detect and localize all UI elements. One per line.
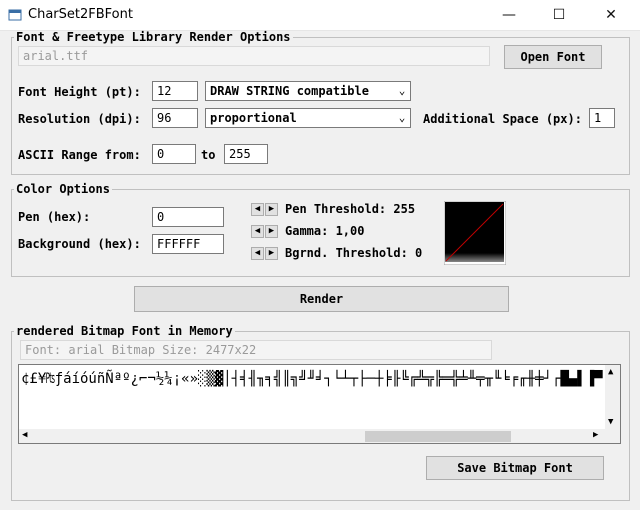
scroll-right-icon[interactable]: ▶ <box>593 430 598 440</box>
open-font-button[interactable]: Open Font <box>504 45 602 69</box>
bgrnd-threshold-increase-button[interactable]: ▶ <box>265 247 278 260</box>
height-mode-value: DRAW STRING compatible <box>210 84 369 98</box>
scroll-down-icon[interactable]: ▼ <box>608 417 613 427</box>
app-icon <box>8 9 22 21</box>
chevron-down-icon[interactable]: ⌄ <box>394 109 410 127</box>
horizontal-scrollbar[interactable]: ◀ ▶ <box>19 429 605 443</box>
close-button[interactable]: ✕ <box>588 0 634 30</box>
color-options-legend: Color Options <box>16 182 110 196</box>
ascii-from-input[interactable]: 0 <box>152 144 196 164</box>
resolution-label: Resolution (dpi): <box>18 112 141 126</box>
height-mode-select[interactable]: DRAW STRING compatible ⌄ <box>205 81 411 101</box>
rendered-glyph-strip: ¢£¥₧ƒáíóúñÑªº¿⌐¬½¼¡«»░▒▓│┤╡╢╖╕╣║╗╝╜╛┐└┴┬… <box>21 371 603 387</box>
bitmap-legend: rendered Bitmap Font in Memory <box>16 324 233 338</box>
save-bitmap-font-button[interactable]: Save Bitmap Font <box>426 456 604 480</box>
window-title: CharSet2FBFont <box>28 7 133 22</box>
font-height-label: Font Height (pt): <box>18 85 141 99</box>
title-bar[interactable]: CharSet2FBFont — ☐ ✕ <box>0 0 640 31</box>
ascii-to-input[interactable]: 255 <box>224 144 268 164</box>
spacing-mode-select[interactable]: proportional ⌄ <box>205 108 411 128</box>
pen-threshold-decrease-button[interactable]: ◀ <box>251 203 264 216</box>
pen-hex-input[interactable]: 0 <box>152 207 224 227</box>
bgrnd-threshold-label: Bgrnd. Threshold: 0 <box>285 246 423 260</box>
font-file-field[interactable]: arial.ttf <box>18 46 490 66</box>
horizontal-scroll-thumb[interactable] <box>365 431 511 442</box>
additional-space-label: Additional Space (px): <box>423 112 582 126</box>
font-height-input[interactable]: 12 <box>152 81 198 101</box>
gamma-increase-button[interactable]: ▶ <box>265 225 278 238</box>
maximize-button[interactable]: ☐ <box>536 0 582 30</box>
vertical-scrollbar[interactable]: ▲ ▼ <box>605 365 620 429</box>
background-label: Background (hex): <box>18 237 141 251</box>
pen-threshold-increase-button[interactable]: ▶ <box>265 203 278 216</box>
render-options-legend: Font & Freetype Library Render Options <box>16 30 291 44</box>
ascii-to-label: to <box>201 148 216 162</box>
gamma-label: Gamma: 1,00 <box>285 224 365 238</box>
pen-threshold-label: Pen Threshold: 255 <box>285 202 416 216</box>
scroll-up-icon[interactable]: ▲ <box>608 367 613 377</box>
spacing-mode-value: proportional <box>210 111 297 125</box>
additional-space-input[interactable]: 1 <box>589 108 615 128</box>
scroll-left-icon[interactable]: ◀ <box>22 430 27 440</box>
resolution-input[interactable]: 96 <box>152 108 198 128</box>
bitmap-info-field: Font: arial Bitmap Size: 2477x22 <box>20 340 492 360</box>
background-hex-input[interactable]: FFFFFF <box>152 234 224 254</box>
render-button[interactable]: Render <box>134 286 509 312</box>
scrollbar-corner <box>605 429 620 443</box>
ascii-range-label: ASCII Range from: <box>18 148 141 162</box>
bgrnd-threshold-decrease-button[interactable]: ◀ <box>251 247 264 260</box>
minimize-button[interactable]: — <box>486 0 532 30</box>
pen-label: Pen (hex): <box>18 210 91 224</box>
bitmap-preview-pane[interactable]: ¢£¥₧ƒáíóúñÑªº¿⌐¬½¼¡«»░▒▓│┤╡╢╖╕╣║╗╝╜╛┐└┴┬… <box>18 364 621 444</box>
gamma-curve-preview <box>444 201 506 265</box>
gamma-decrease-button[interactable]: ◀ <box>251 225 264 238</box>
chevron-down-icon[interactable]: ⌄ <box>394 82 410 100</box>
